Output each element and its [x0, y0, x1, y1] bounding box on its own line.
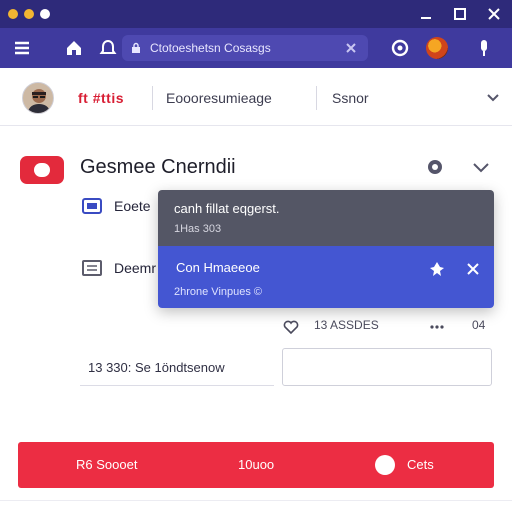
input-box[interactable]	[282, 348, 492, 386]
chevron-down-icon[interactable]	[484, 88, 502, 106]
header-link-secondary[interactable]: Ssnor	[332, 90, 369, 106]
window-close-dot[interactable]	[8, 9, 18, 19]
section-title: Gesmee Cnerndii	[80, 156, 236, 178]
person-photo-icon	[23, 83, 53, 113]
action-left-button[interactable]: R6 Soooet	[76, 457, 137, 472]
maximize-icon[interactable]	[450, 4, 470, 24]
popup-option[interactable]: canh fillat eqgerst. 1Has 303	[158, 190, 494, 246]
help-circle-icon[interactable]	[390, 38, 410, 58]
count-text: 04	[472, 318, 486, 332]
popup-option-subtitle: 1Has 303	[174, 223, 222, 235]
header-divider	[316, 86, 317, 110]
close-icon[interactable]	[464, 260, 482, 278]
list-item[interactable]: Deemr	[80, 256, 160, 280]
home-icon[interactable]	[64, 38, 84, 58]
action-right-button[interactable]: Cets	[407, 457, 434, 472]
bottom-strip	[0, 500, 512, 512]
user-avatar[interactable]	[426, 37, 448, 59]
text-field-value: 13 330: Se 1öndtsenow	[88, 360, 225, 375]
lock-icon	[132, 42, 140, 53]
microphone-icon[interactable]	[474, 38, 494, 58]
popup-option-title: Con Hmaeeoe	[176, 260, 260, 275]
text-field[interactable]: 13 330: Se 1öndtsenow	[80, 348, 274, 386]
more-options-icon[interactable]	[428, 318, 446, 336]
pin-icon[interactable]	[428, 260, 446, 278]
bell-icon[interactable]	[98, 38, 118, 58]
popup-option-title: canh fillat eqgerst.	[174, 201, 280, 216]
browser-toolbar: Ctotoeshetsn Cosasgs	[0, 28, 512, 68]
profile-avatar[interactable]	[22, 82, 54, 114]
settings-gear-icon[interactable]	[424, 156, 446, 178]
list-item-label: Deemr	[114, 260, 157, 276]
list-item[interactable]: Eoete	[80, 194, 160, 218]
action-middle-button[interactable]: 10uoo	[238, 457, 274, 472]
brand-logo-text[interactable]: ft #ttis	[78, 90, 124, 106]
minimize-icon[interactable]	[416, 4, 436, 24]
mail-icon	[82, 198, 102, 214]
list-item-label: Eoete	[114, 198, 151, 214]
window-close-icon[interactable]	[484, 4, 504, 24]
dropdown-popup: canh fillat eqgerst. 1Has 303 Con Hmaeeo…	[158, 190, 494, 308]
reactions-text: 13 ASSDES	[314, 318, 379, 332]
popup-option-selected[interactable]: Con Hmaeeoe 2hrone Vinpues ©	[158, 246, 494, 308]
heart-icon[interactable]	[282, 318, 300, 336]
chat-bubble-icon	[375, 455, 395, 475]
address-bar[interactable]: Ctotoeshetsn Cosasgs	[122, 35, 368, 61]
header-link-primary[interactable]: Eoooresumieage	[166, 90, 272, 106]
chevron-down-icon[interactable]	[470, 156, 492, 178]
close-icon[interactable]	[344, 41, 358, 55]
record-icon	[20, 156, 64, 184]
page-header: ft #ttis Eoooresumieage Ssnor	[0, 68, 512, 126]
window-titlebar	[0, 0, 512, 28]
address-text: Ctotoeshetsn Cosasgs	[150, 41, 271, 55]
window-maximize-dot[interactable]	[40, 9, 50, 19]
action-bar: R6 Soooet 10uoo Cets	[18, 442, 494, 488]
window-minimize-dot[interactable]	[24, 9, 34, 19]
list-icon	[82, 260, 102, 276]
menu-icon[interactable]	[12, 38, 32, 58]
header-divider	[152, 86, 153, 110]
popup-option-subtitle: 2hrone Vinpues ©	[174, 286, 263, 298]
